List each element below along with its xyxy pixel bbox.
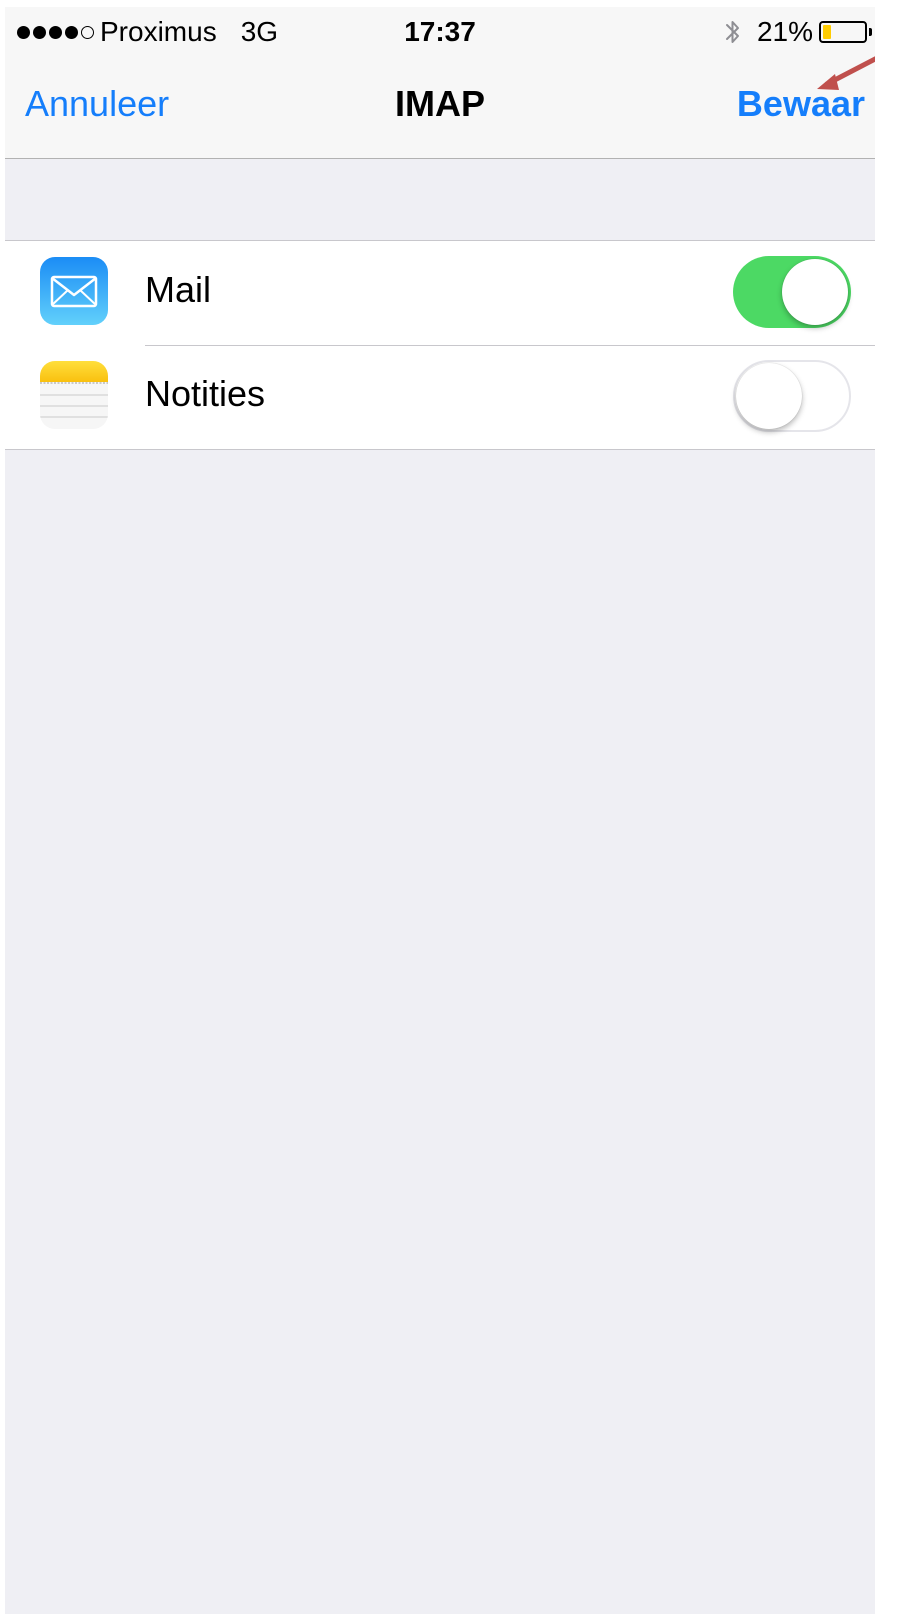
mail-toggle[interactable] [733, 256, 851, 328]
bluetooth-icon [725, 21, 739, 43]
notes-app-icon [40, 361, 108, 429]
sync-options-list: Mail Notities [5, 240, 875, 450]
battery-nub [869, 28, 872, 36]
envelope-icon [40, 257, 108, 325]
battery-level-fill [823, 25, 831, 39]
status-right: 21% [723, 16, 875, 48]
mail-app-icon [40, 257, 108, 325]
battery-icon [819, 21, 872, 43]
notes-toggle[interactable] [733, 360, 851, 432]
notepad-icon [40, 361, 108, 429]
screen: Proximus 3G 17:37 21% Annuleer IMAP Bewa… [5, 7, 875, 1614]
annotation-arrow-icon [817, 56, 875, 90]
toggle-knob [782, 259, 848, 325]
toggle-knob [736, 363, 802, 429]
list-item-notes: Notities [5, 345, 875, 449]
notes-label: Notities [145, 373, 266, 414]
navigation-bar: Annuleer IMAP Bewaar [5, 57, 875, 159]
status-bar: Proximus 3G 17:37 21% [5, 7, 875, 57]
battery-percentage: 21% [756, 16, 813, 47]
mail-label: Mail [145, 269, 212, 310]
cancel-button[interactable]: Annuleer [25, 83, 169, 125]
list-item-mail: Mail [5, 241, 875, 345]
